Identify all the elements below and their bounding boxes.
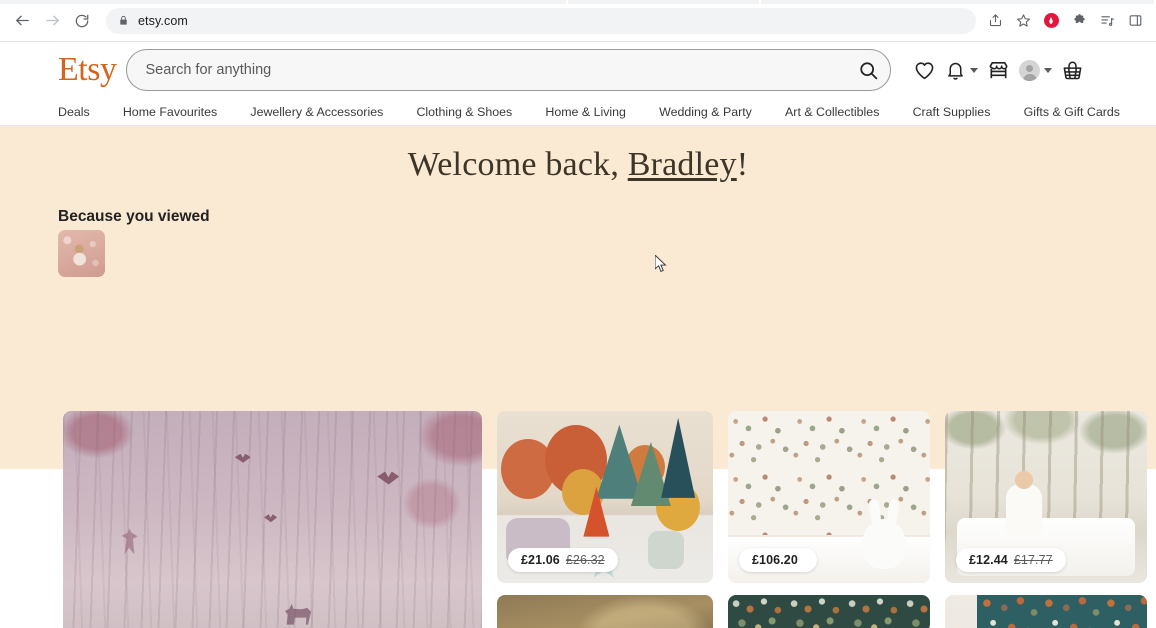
price-original: £26.32	[565, 553, 605, 567]
product-tile-dark-green-woodland-animals-wallpaper[interactable]: £106.20	[728, 595, 930, 628]
welcome-prefix: Welcome back,	[407, 146, 628, 183]
bell-icon[interactable]	[945, 52, 979, 88]
puzzle-piece-icon[interactable]	[1066, 8, 1092, 34]
chevron-down-icon[interactable]	[1044, 67, 1053, 73]
price-badge: £106.20	[739, 548, 817, 572]
username-link[interactable]: Bradley	[628, 146, 737, 183]
chevron-down-icon[interactable]	[970, 67, 979, 73]
url-text: etsy.com	[138, 13, 188, 28]
price-current: £12.44	[969, 553, 1008, 567]
reload-icon[interactable]	[68, 7, 96, 35]
basket-icon[interactable]	[1061, 52, 1084, 88]
search-bar[interactable]	[126, 49, 892, 91]
padlock-icon	[118, 15, 129, 26]
product-tile-forest-trees-kids-room-mural[interactable]: £12.44 £17.77	[945, 411, 1147, 583]
header-icon-group	[913, 52, 1084, 88]
decorative-fairy	[121, 528, 138, 555]
browser-tab[interactable]	[568, 0, 761, 4]
extension-badge-icon[interactable]	[1038, 8, 1064, 34]
product-tile-gold-textured-wall-mural-living-room[interactable]: £23.19 £46.39	[497, 595, 713, 628]
decorative-unicorn	[177, 627, 240, 628]
star-icon[interactable]	[1010, 8, 1036, 34]
side-panel-icon[interactable]	[1122, 8, 1148, 34]
decorative-bear-plush	[648, 531, 685, 570]
category-nav: Deals Home Favourites Jewellery & Access…	[0, 98, 1156, 126]
decorative-bird	[234, 453, 251, 463]
decorative-bunny-toy	[861, 519, 906, 570]
storefront-icon[interactable]	[987, 52, 1010, 88]
price-current: £106.20	[752, 553, 798, 567]
nav-item-jewellery-accessories[interactable]: Jewellery & Accessories	[250, 105, 383, 119]
welcome-suffix: !	[736, 146, 749, 183]
nav-item-deals[interactable]: Deals	[58, 105, 90, 119]
nav-item-clothing-shoes[interactable]: Clothing & Shoes	[416, 105, 512, 119]
browser-tab[interactable]	[0, 0, 568, 4]
search-input[interactable]	[145, 62, 851, 78]
search-icon[interactable]	[850, 52, 886, 88]
forward-arrow-icon[interactable]	[38, 7, 66, 35]
avatar	[1019, 59, 1041, 81]
product-tile-teal-fairy-fox-wallpaper-roll[interactable]: £17.77 £22.21	[945, 595, 1147, 628]
price-current: £21.06	[521, 553, 560, 567]
wallpaper-pattern	[728, 411, 930, 535]
address-bar[interactable]: etsy.com	[106, 7, 976, 34]
avatar-icon[interactable]	[1019, 52, 1053, 88]
nav-item-gifts-gift-cards[interactable]: Gifts & Gift Cards	[1024, 105, 1120, 119]
price-badge: £12.44 £17.77	[956, 548, 1066, 572]
price-original: £17.77	[1013, 553, 1053, 567]
viewed-item-thumbnail[interactable]	[58, 230, 105, 277]
decorative-bird	[377, 471, 400, 485]
decorative-child	[1005, 471, 1042, 539]
media-list-icon[interactable]	[1094, 8, 1120, 34]
browser-actions	[982, 8, 1148, 34]
product-grid: £17.77 £22.21	[63, 411, 1147, 628]
site-header: Etsy	[0, 42, 1156, 98]
tab-strip	[0, 0, 1156, 4]
nav-item-craft-supplies[interactable]: Craft Supplies	[913, 105, 991, 119]
because-you-viewed-title: Because you viewed	[58, 208, 210, 225]
nav-item-home-favourites[interactable]: Home Favourites	[123, 105, 217, 119]
heart-icon[interactable]	[913, 52, 936, 88]
main-content: Welcome back, Bradley! Because you viewe…	[0, 126, 1156, 628]
decorative-bird	[264, 514, 278, 523]
nav-item-home-living[interactable]: Home & Living	[545, 105, 626, 119]
mouse-cursor	[655, 255, 667, 273]
back-arrow-icon[interactable]	[8, 7, 36, 35]
product-tile-autumn-woodland-forest-mural[interactable]: £21.06 £26.32	[497, 411, 713, 583]
share-icon[interactable]	[982, 8, 1008, 34]
welcome-heading: Welcome back, Bradley!	[0, 126, 1156, 184]
welcome-banner: Welcome back, Bradley! Because you viewe…	[0, 126, 1156, 628]
browser-tab[interactable]	[761, 0, 1154, 4]
product-tile-pink-enchanted-forest-nursery-mural[interactable]: £17.77 £22.21	[63, 411, 482, 628]
product-tile-white-woodland-bunny-wallpaper[interactable]: £106.20	[728, 411, 930, 583]
browser-toolbar: etsy.com	[0, 0, 1156, 42]
nav-item-art-collectibles[interactable]: Art & Collectibles	[785, 105, 879, 119]
price-badge: £21.06 £26.32	[508, 548, 618, 572]
nav-item-wedding-party[interactable]: Wedding & Party	[659, 105, 752, 119]
decorative-unicorn	[285, 603, 312, 625]
wallpaper-roll	[977, 595, 1147, 628]
decorative-pine-tree	[661, 417, 696, 498]
etsy-logo[interactable]: Etsy	[58, 53, 117, 87]
